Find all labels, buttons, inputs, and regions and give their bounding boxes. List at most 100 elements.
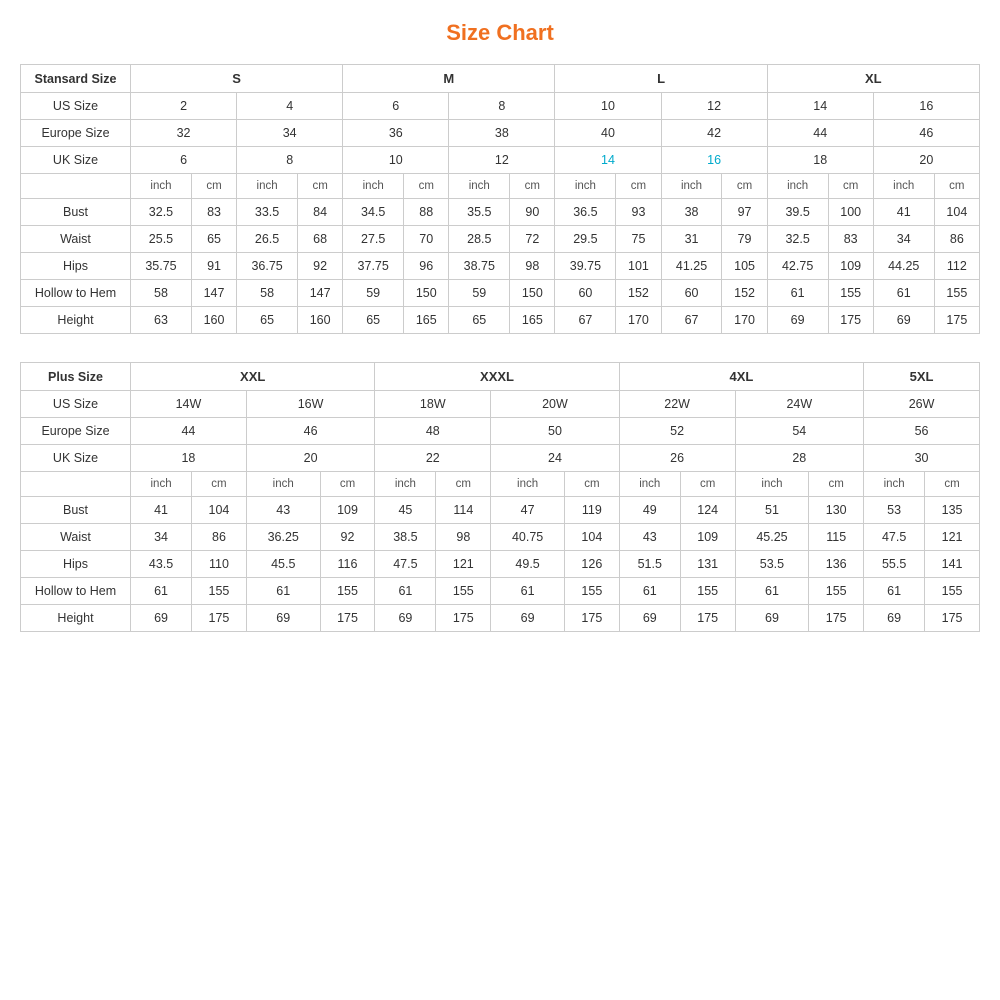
hips-7: 38.75 (449, 253, 510, 280)
uk-14: 14 (555, 147, 661, 174)
bust-2: 83 (191, 199, 236, 226)
unit-inch-4: inch (449, 174, 510, 199)
waist-3: 26.5 (237, 226, 298, 253)
plus-eu-46: 46 (246, 418, 375, 445)
plus-waist-7: 40.75 (491, 524, 565, 551)
plus-us-20w: 20W (491, 391, 620, 418)
unit-inch-1: inch (131, 174, 192, 199)
unit-cm-4: cm (510, 174, 555, 199)
hips-6: 96 (404, 253, 449, 280)
plus-hollow-6: 155 (436, 578, 491, 605)
waist-label: Waist (21, 226, 131, 253)
plus-height-14: 175 (925, 605, 980, 632)
waist-12: 79 (722, 226, 767, 253)
plus-waist-12: 115 (809, 524, 864, 551)
plus-height-13: 69 (864, 605, 925, 632)
hips-3: 36.75 (237, 253, 298, 280)
plus-hips-7: 49.5 (491, 551, 565, 578)
hollow-16: 155 (934, 280, 979, 307)
waist-8: 72 (510, 226, 555, 253)
plus-hips-4: 116 (320, 551, 375, 578)
plus-bust-8: 119 (565, 497, 620, 524)
unit-cm-3: cm (404, 174, 449, 199)
plus-unit-cm-7: cm (925, 472, 980, 497)
group-l: L (555, 65, 767, 93)
plus-us-24w: 24W (735, 391, 864, 418)
plus-unit-inch-4: inch (491, 472, 565, 497)
plus-hollow-4: 155 (320, 578, 375, 605)
plus-eu-56: 56 (864, 418, 980, 445)
uk-6: 6 (131, 147, 237, 174)
bust-1: 32.5 (131, 199, 192, 226)
plus-hollow-13: 61 (864, 578, 925, 605)
plus-waist-8: 104 (565, 524, 620, 551)
height-8: 165 (510, 307, 555, 334)
plus-uk-20: 20 (246, 445, 375, 472)
hips-label: Hips (21, 253, 131, 280)
europe-size-label: Europe Size (21, 120, 131, 147)
plus-bust-label: Bust (21, 497, 131, 524)
plus-waist-label: Waist (21, 524, 131, 551)
us-6: 6 (343, 93, 449, 120)
plus-eu-52: 52 (619, 418, 735, 445)
plus-uk-24: 24 (491, 445, 620, 472)
waist-16: 86 (934, 226, 979, 253)
plus-hips-label: Hips (21, 551, 131, 578)
uk-18: 18 (767, 147, 873, 174)
us-4: 4 (237, 93, 343, 120)
plus-waist-11: 45.25 (735, 524, 809, 551)
plus-hollow-5: 61 (375, 578, 436, 605)
plus-hollow-12: 155 (809, 578, 864, 605)
plus-unit-cm-1: cm (192, 472, 247, 497)
plus-height-12: 175 (809, 605, 864, 632)
waist-9: 29.5 (555, 226, 616, 253)
uk-10: 10 (343, 147, 449, 174)
plus-hips-11: 53.5 (735, 551, 809, 578)
hollow-1: 58 (131, 280, 192, 307)
plus-bust-12: 130 (809, 497, 864, 524)
plus-height-label: Height (21, 605, 131, 632)
unit-cm-1: cm (191, 174, 236, 199)
group-5xl: 5XL (864, 363, 980, 391)
plus-height-3: 69 (246, 605, 320, 632)
plus-waist-2: 86 (192, 524, 247, 551)
unit-inch-2: inch (237, 174, 298, 199)
hips-15: 44.25 (873, 253, 934, 280)
plus-hollow-11: 61 (735, 578, 809, 605)
eu-46: 46 (873, 120, 979, 147)
waist-10: 75 (616, 226, 661, 253)
unit-cm-5: cm (616, 174, 661, 199)
plus-uk-26: 26 (619, 445, 735, 472)
hips-9: 39.75 (555, 253, 616, 280)
eu-38: 38 (449, 120, 555, 147)
height-16: 175 (934, 307, 979, 334)
plus-hips-10: 131 (680, 551, 735, 578)
plus-hollow-8: 155 (565, 578, 620, 605)
height-7: 65 (449, 307, 510, 334)
plus-us-26w: 26W (864, 391, 980, 418)
unit-cm-8: cm (934, 174, 979, 199)
bust-7: 35.5 (449, 199, 510, 226)
height-9: 67 (555, 307, 616, 334)
hollow-8: 150 (510, 280, 555, 307)
unit-cm-7: cm (828, 174, 873, 199)
hollow-5: 59 (343, 280, 404, 307)
hollow-13: 61 (767, 280, 828, 307)
height-15: 69 (873, 307, 934, 334)
plus-hips-14: 141 (925, 551, 980, 578)
plus-height-5: 69 (375, 605, 436, 632)
plus-unit-cm-5: cm (680, 472, 735, 497)
plus-waist-10: 109 (680, 524, 735, 551)
plus-bust-1: 41 (131, 497, 192, 524)
plus-hips-2: 110 (192, 551, 247, 578)
plus-size-table: Plus Size XXL XXXL 4XL 5XL US Size 14W 1… (20, 362, 980, 632)
height-4: 160 (298, 307, 343, 334)
height-11: 67 (661, 307, 722, 334)
group-xxxl: XXXL (375, 363, 619, 391)
group-m: M (343, 65, 555, 93)
hollow-14: 155 (828, 280, 873, 307)
unit-cm-6: cm (722, 174, 767, 199)
plus-unit-inch-5: inch (619, 472, 680, 497)
plus-unit-cm-2: cm (320, 472, 375, 497)
plus-size-label: Plus Size (21, 363, 131, 391)
